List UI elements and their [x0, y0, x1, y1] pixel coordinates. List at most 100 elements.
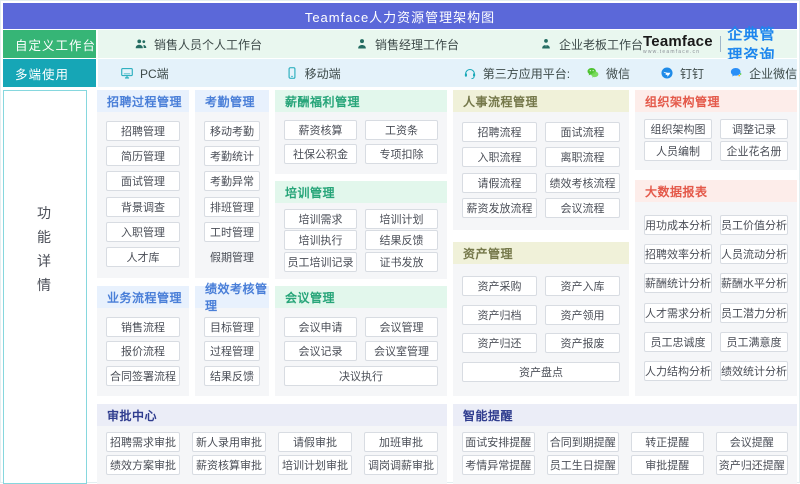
module-chip[interactable]: 员工潜力分析	[720, 303, 788, 323]
logo-brand-wrap: Teamface www.teamface.cn	[643, 34, 713, 55]
module-chip[interactable]: 假期管理	[204, 247, 260, 267]
module-chip[interactable]: 绩效考核流程	[545, 173, 620, 193]
module-chip[interactable]: 招聘流程	[462, 122, 537, 142]
platform-row-label: 多端使用	[3, 59, 98, 87]
desktop-icon	[120, 66, 134, 80]
module-chip[interactable]: 考勤异常	[204, 171, 260, 191]
module-chip[interactable]: 面试流程	[545, 122, 620, 142]
function-detail-panel: 功能详情	[3, 90, 87, 484]
module-chip[interactable]: 背景调查	[106, 197, 180, 217]
module-chip[interactable]: 结果反馈	[204, 366, 260, 386]
module-chip[interactable]: 考情异常提醒	[462, 455, 535, 475]
module-chip[interactable]: 人员编制	[644, 141, 712, 161]
module-chip[interactable]: 入职流程	[462, 147, 537, 167]
module-chip[interactable]: 人力结构分析	[644, 361, 712, 381]
module-chip[interactable]: 人才库	[106, 247, 180, 267]
section-body-attendance: 移动考勤考勤统计考勤异常排班管理工时管理假期管理	[195, 112, 269, 278]
track-3: 薪酬福利管理薪资核算工资条社保公积金专项扣除培训管理培训需求培训计划培训执行结果…	[275, 90, 447, 396]
track-2: 考勤管理移动考勤考勤统计考勤异常排班管理工时管理假期管理绩效考核管理目标管理过程…	[195, 90, 269, 396]
module-chip[interactable]: 结果反馈	[365, 230, 438, 250]
module-chip[interactable]: 社保公积金	[284, 144, 357, 164]
module-chip[interactable]: 排班管理	[204, 197, 260, 217]
section-body-performance: 目标管理过程管理结果反馈	[195, 308, 269, 396]
module-chip[interactable]: 报价流程	[106, 341, 180, 361]
module-chip[interactable]: 会议流程	[545, 198, 620, 218]
module-chip[interactable]: 决议执行	[284, 366, 438, 386]
module-chip[interactable]: 资产盘点	[462, 362, 620, 382]
module-chip[interactable]: 资产归档	[462, 305, 537, 325]
module-chip[interactable]: 薪酬统计分析	[644, 273, 712, 293]
module-chip[interactable]: 资产入库	[545, 276, 620, 296]
module-chip[interactable]: 资产归还	[462, 333, 537, 353]
module-chip[interactable]: 请假审批	[278, 432, 352, 452]
section-title-asset: 资产管理	[453, 242, 629, 264]
module-chip[interactable]: 审批提醒	[631, 455, 704, 475]
module-chip[interactable]: 转正提醒	[631, 432, 704, 452]
module-chip[interactable]: 调整记录	[720, 119, 788, 139]
module-chip[interactable]: 专项扣除	[365, 144, 438, 164]
module-chip[interactable]: 薪酬水平分析	[720, 273, 788, 293]
module-chip[interactable]: 绩效统计分析	[720, 361, 788, 381]
module-chip[interactable]: 培训计划审批	[278, 455, 352, 475]
module-chip[interactable]: 薪资核算审批	[192, 455, 266, 475]
module-chip[interactable]: 薪资发放流程	[462, 198, 537, 218]
section-title-hrflow: 人事流程管理	[453, 90, 629, 112]
module-chip[interactable]: 招聘需求审批	[106, 432, 180, 452]
module-chip[interactable]: 会议记录	[284, 341, 357, 361]
item-label: 销售经理工作台	[375, 36, 459, 53]
module-chip[interactable]: 会议提醒	[716, 432, 789, 452]
section-title-bigdata: 大数据报表	[635, 180, 797, 202]
module-chip[interactable]: 合同到期提醒	[547, 432, 620, 452]
item-label: 销售人员个人工作台	[154, 36, 262, 53]
module-chip[interactable]: 入职管理	[106, 222, 180, 242]
module-chip[interactable]: 员工忠诚度	[644, 332, 712, 352]
module-chip[interactable]: 资产领用	[545, 305, 620, 325]
module-chip[interactable]: 员工生日提醒	[547, 455, 620, 475]
module-chip[interactable]: 资产归还提醒	[716, 455, 789, 475]
module-chip[interactable]: 培训计划	[365, 209, 438, 229]
module-chip[interactable]: 招聘效率分析	[644, 244, 712, 264]
module-chip[interactable]: 用功成本分析	[644, 215, 712, 235]
module-chip[interactable]: 工资条	[365, 120, 438, 140]
module-chip[interactable]: 资产采购	[462, 276, 537, 296]
module-chip[interactable]: 新人录用审批	[192, 432, 266, 452]
module-chip[interactable]: 简历管理	[106, 146, 180, 166]
module-chip[interactable]: 加班审批	[364, 432, 438, 452]
module-chip[interactable]: 员工满意度	[720, 332, 788, 352]
module-chip[interactable]: 面试管理	[106, 171, 180, 191]
module-chip[interactable]: 考勤统计	[204, 146, 260, 166]
module-chip[interactable]: 资产报废	[545, 333, 620, 353]
module-chip[interactable]: 请假流程	[462, 173, 537, 193]
module-chip[interactable]: 绩效方案审批	[106, 455, 180, 475]
module-chip[interactable]: 面试安排提醒	[462, 432, 535, 452]
module-chip[interactable]: 工时管理	[204, 222, 260, 242]
module-chip[interactable]: 培训需求	[284, 209, 357, 229]
module-chip[interactable]: 移动考勤	[204, 121, 260, 141]
section-title-meeting: 会议管理	[275, 286, 447, 308]
module-chip[interactable]: 目标管理	[204, 317, 260, 337]
module-chip[interactable]: 培训执行	[284, 230, 357, 250]
module-chip[interactable]: 薪资核算	[284, 120, 357, 140]
platform-workbench-item: 销售经理工作台	[355, 36, 459, 53]
module-chip[interactable]: 证书发放	[365, 252, 438, 272]
module-chip[interactable]: 人才需求分析	[644, 303, 712, 323]
module-chip[interactable]: 过程管理	[204, 341, 260, 361]
module-chip[interactable]: 会议室管理	[365, 341, 438, 361]
section-approval: 审批中心招聘需求审批新人录用审批请假审批加班审批绩效方案审批薪资核算审批培训计划…	[97, 404, 447, 484]
module-chip[interactable]: 员工价值分析	[720, 215, 788, 235]
module-chip[interactable]: 员工培训记录	[284, 252, 357, 272]
module-chip[interactable]: 人员流动分析	[720, 244, 788, 264]
module-chip[interactable]: 会议管理	[365, 317, 438, 337]
module-chip[interactable]: 合同签署流程	[106, 366, 180, 386]
module-chip[interactable]: 调岗调薪审批	[364, 455, 438, 475]
module-chip[interactable]: 招聘管理	[106, 121, 180, 141]
module-chip[interactable]: 组织架构图	[644, 119, 712, 139]
module-chip[interactable]: 销售流程	[106, 317, 180, 337]
module-chip[interactable]: 会议申请	[284, 317, 357, 337]
section-title-recruit: 招聘过程管理	[97, 90, 189, 112]
platform-workbench-item: 微信	[586, 65, 630, 82]
section-body-asset: 资产采购资产入库资产归档资产领用资产归还资产报废资产盘点	[453, 264, 629, 396]
module-chip[interactable]: 企业花名册	[720, 141, 788, 161]
module-chip[interactable]: 离职流程	[545, 147, 620, 167]
section-hrflow: 人事流程管理招聘流程面试流程入职流程离职流程请假流程绩效考核流程薪资发放流程会议…	[453, 90, 629, 230]
